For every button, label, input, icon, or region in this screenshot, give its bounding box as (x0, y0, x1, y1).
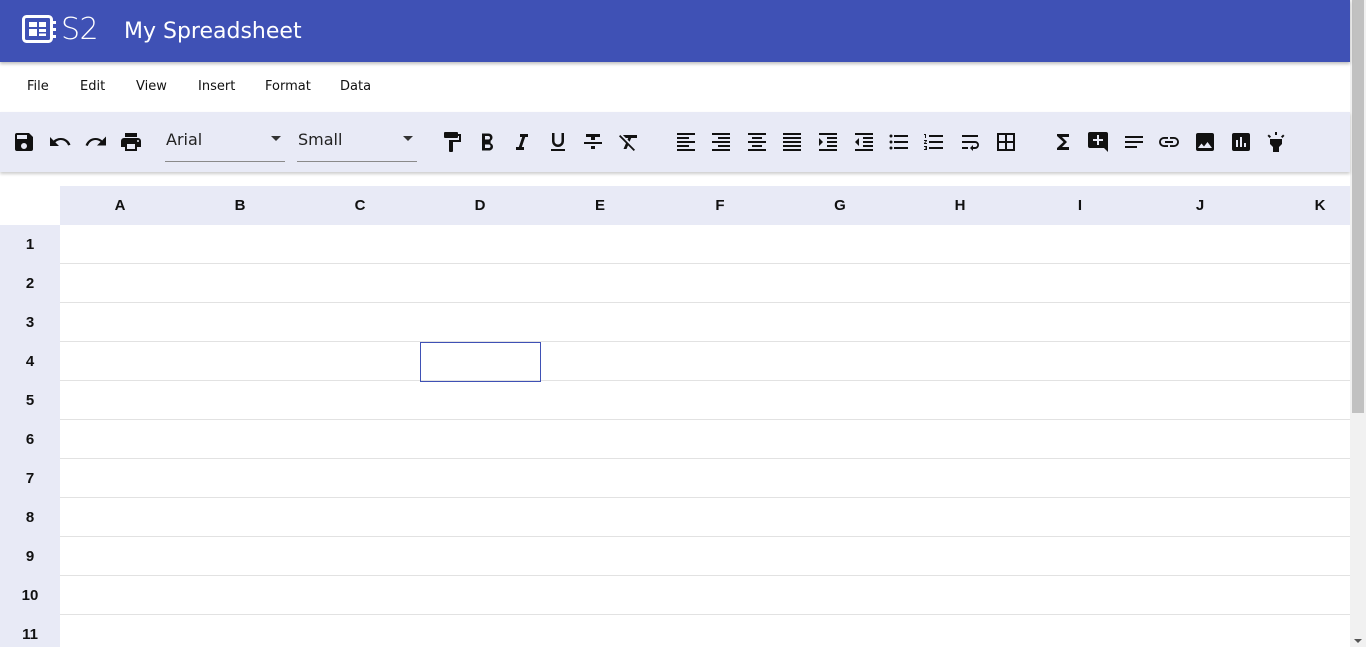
font-family-value: Arial (166, 130, 203, 149)
menu-insert[interactable]: Insert (198, 79, 235, 94)
row-header[interactable]: 10 (0, 576, 60, 615)
bulleted-list-icon[interactable] (887, 130, 911, 154)
column-header[interactable]: E (540, 186, 660, 225)
grid-row[interactable] (60, 498, 1350, 537)
column-header[interactable]: F (660, 186, 780, 225)
column-header[interactable]: I (1020, 186, 1140, 225)
spreadsheet-logo-icon (22, 15, 56, 45)
grid-row[interactable] (60, 381, 1350, 420)
chevron-down-icon (271, 136, 281, 141)
spreadsheet-grid: A B C D E F G H I J K 1 2 3 4 5 6 7 8 9 … (0, 186, 1350, 647)
align-right-icon[interactable] (709, 130, 733, 154)
grid-row[interactable] (60, 615, 1350, 647)
chevron-down-icon (403, 136, 413, 141)
menu-format[interactable]: Format (265, 79, 311, 94)
grid-row[interactable] (60, 303, 1350, 342)
column-header[interactable]: D (420, 186, 540, 225)
column-header[interactable]: H (900, 186, 1020, 225)
row-header[interactable]: 7 (0, 459, 60, 498)
align-center-icon[interactable] (745, 130, 769, 154)
borders-icon[interactable] (994, 130, 1018, 154)
save-icon[interactable] (12, 130, 36, 154)
menu-bar: File Edit View Insert Format Data (0, 62, 1350, 112)
menu-file[interactable]: File (27, 79, 49, 94)
grid-row[interactable] (60, 225, 1350, 264)
indent-increase-icon[interactable] (816, 130, 840, 154)
column-header[interactable]: A (60, 186, 180, 225)
column-header[interactable]: K (1260, 186, 1350, 225)
vertical-scrollbar[interactable] (1350, 0, 1366, 647)
notes-icon[interactable] (1122, 130, 1146, 154)
strikethrough-icon[interactable] (581, 130, 605, 154)
grid-row[interactable] (60, 264, 1350, 303)
sum-icon[interactable] (1051, 130, 1075, 154)
wrap-text-icon[interactable] (958, 130, 982, 154)
app-header: S2 My Spreadsheet (0, 0, 1350, 62)
column-header[interactable]: G (780, 186, 900, 225)
spreadsheet-app: S2 My Spreadsheet File Edit View Insert … (0, 0, 1366, 647)
row-header[interactable]: 1 (0, 225, 60, 264)
grid-row[interactable] (60, 459, 1350, 498)
undo-icon[interactable] (48, 130, 72, 154)
add-comment-icon[interactable] (1086, 130, 1110, 154)
row-header[interactable]: 4 (0, 342, 60, 381)
column-header[interactable]: B (180, 186, 300, 225)
grid-row[interactable] (60, 420, 1350, 459)
indent-decrease-icon[interactable] (852, 130, 876, 154)
row-header[interactable]: 3 (0, 303, 60, 342)
grid-corner[interactable] (0, 186, 60, 225)
font-size-select[interactable]: Small (297, 126, 417, 162)
row-header[interactable]: 5 (0, 381, 60, 420)
grid-row[interactable] (60, 537, 1350, 576)
row-header[interactable]: 9 (0, 537, 60, 576)
clear-format-icon[interactable] (617, 130, 641, 154)
font-family-select[interactable]: Arial (165, 126, 285, 162)
numbered-list-icon[interactable] (922, 130, 946, 154)
bold-icon[interactable] (475, 130, 499, 154)
column-header[interactable]: J (1140, 186, 1260, 225)
image-icon[interactable] (1193, 130, 1217, 154)
menu-edit[interactable]: Edit (80, 79, 105, 94)
menu-view[interactable]: View (136, 79, 167, 94)
grid-row[interactable] (60, 576, 1350, 615)
scrollbar-thumb[interactable] (1352, 0, 1364, 413)
row-header[interactable]: 8 (0, 498, 60, 537)
row-header[interactable]: 2 (0, 264, 60, 303)
formatting-toolbar: Arial Small (0, 112, 1350, 172)
align-left-icon[interactable] (674, 130, 698, 154)
redo-icon[interactable] (84, 130, 108, 154)
link-icon[interactable] (1157, 130, 1181, 154)
document-title[interactable]: My Spreadsheet (124, 19, 302, 44)
menu-data[interactable]: Data (340, 79, 371, 94)
print-icon[interactable] (119, 130, 143, 154)
logo-text: S2 (61, 12, 99, 47)
selected-cell[interactable] (420, 342, 541, 382)
column-header[interactable]: C (300, 186, 420, 225)
chart-icon[interactable] (1229, 130, 1253, 154)
scroll-down-arrow-icon[interactable] (1354, 639, 1362, 643)
italic-icon[interactable] (510, 130, 534, 154)
paint-format-icon[interactable] (440, 130, 464, 154)
grid-row[interactable] (60, 342, 1350, 381)
font-size-value: Small (298, 130, 343, 149)
row-header[interactable]: 11 (0, 615, 60, 647)
highlight-icon[interactable] (1264, 130, 1288, 154)
align-justify-icon[interactable] (780, 130, 804, 154)
row-header[interactable]: 6 (0, 420, 60, 459)
underline-icon[interactable] (546, 130, 570, 154)
